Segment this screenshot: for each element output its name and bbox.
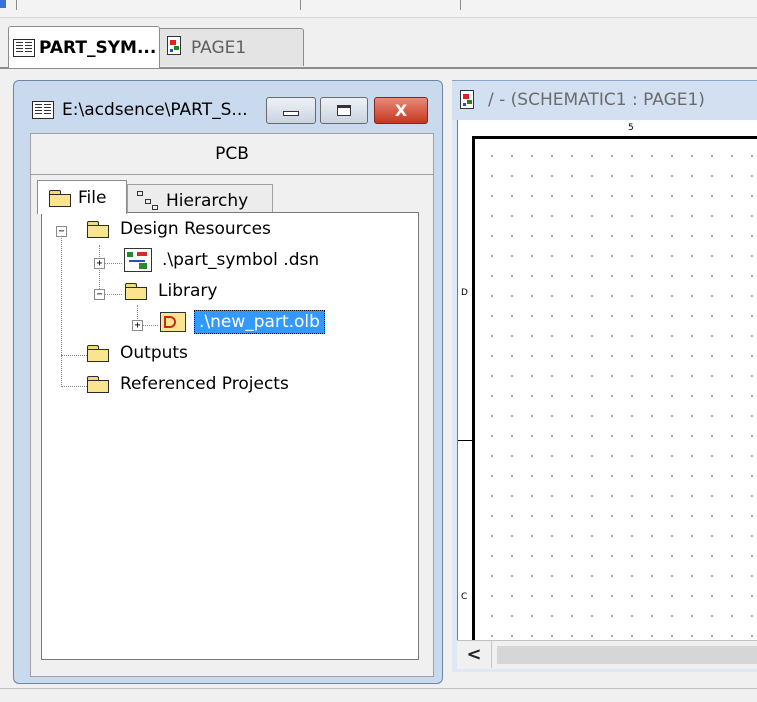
hierarchy-icon (136, 190, 160, 211)
folder-icon (48, 189, 72, 207)
pcb-header: PCB (31, 134, 433, 175)
tree-item-label: .\part_symbol .dsn (162, 250, 320, 270)
tab-page1[interactable]: PAGE1 (158, 28, 304, 66)
tab-file-label: File (78, 187, 107, 208)
grid-dots (476, 140, 757, 640)
window-title: E:\acdsence\PART_S... (62, 100, 248, 120)
tab-part-symbol[interactable]: PART_SYM... (8, 26, 160, 68)
tree-line (104, 263, 122, 264)
tab-hierarchy-label: Hierarchy (166, 190, 249, 211)
window-title-bar[interactable]: E:\acdsence\PART_S... X (14, 81, 442, 133)
maximize-icon (337, 105, 351, 116)
folder-icon (86, 375, 110, 393)
folder-icon (86, 344, 110, 362)
tab-label: PAGE1 (191, 37, 247, 58)
chevron-left-icon: < (466, 644, 482, 665)
schematic-page-icon (458, 89, 478, 111)
tree-item-label: Outputs (120, 343, 188, 363)
tree-item-label: Referenced Projects (120, 374, 289, 394)
collapse-toggle[interactable]: − (56, 226, 67, 237)
page-border-top (472, 136, 757, 139)
tree-line (61, 386, 87, 387)
tree-line (99, 245, 100, 295)
project-tree[interactable]: − Design Resources + .\part_symbol .dsn … (41, 212, 419, 660)
zone-label-left: C (461, 592, 468, 602)
close-button[interactable]: X (374, 97, 428, 124)
tree-item-label: Library (158, 281, 218, 301)
tree-item-label: Design Resources (120, 219, 271, 239)
page-border-left (472, 136, 475, 640)
document-tab-bar: PART_SYM... PAGE1 (0, 18, 757, 70)
schematic-page-icon (165, 35, 185, 57)
tree-line (61, 355, 87, 356)
minimize-button[interactable] (266, 97, 316, 124)
library-file-icon (158, 310, 190, 334)
pcb-label: PCB (215, 144, 249, 164)
schematic-title: / - (SCHEMATIC1 : PAGE1) (488, 90, 705, 110)
collapse-toggle[interactable]: − (94, 289, 105, 300)
divider (460, 0, 461, 10)
divider (16, 0, 17, 10)
close-icon: X (394, 101, 408, 120)
window-corner-indicator (0, 0, 6, 8)
zone-label-left: D (461, 288, 468, 298)
tree-item-referenced-projects[interactable]: Referenced Projects (86, 371, 289, 397)
maximize-button[interactable] (320, 97, 368, 124)
project-manager-window[interactable]: E:\acdsence\PART_S... X PCB File Hierarc… (13, 80, 443, 684)
zone-label-top: 5 (628, 123, 634, 133)
project-client-area: PCB File Hierarchy − Design Resources + … (30, 133, 434, 677)
status-divider (0, 688, 757, 689)
tree-item-design-file[interactable]: .\part_symbol .dsn (124, 247, 319, 273)
scroll-left-button[interactable]: < (457, 641, 492, 668)
expand-toggle[interactable]: + (94, 258, 105, 269)
tree-item-design-resources[interactable]: Design Resources (86, 216, 271, 242)
zone-divider (458, 440, 472, 441)
folder-icon (124, 282, 148, 300)
project-sheet-icon (13, 38, 35, 57)
folder-icon (86, 220, 110, 238)
tab-label: PART_SYM... (39, 37, 157, 58)
tree-item-library[interactable]: Library (124, 278, 217, 304)
tab-file[interactable]: File (37, 180, 127, 214)
project-sheet-icon (32, 101, 54, 119)
schematic-canvas[interactable]: 5 D C (457, 120, 757, 640)
schematic-title-bar[interactable]: / - (SCHEMATIC1 : PAGE1) (452, 80, 757, 120)
divider (300, 0, 301, 10)
tree-item-outputs[interactable]: Outputs (86, 340, 188, 366)
tree-item-label-selected: .\new_part.olb (194, 310, 325, 334)
scrollbar-track[interactable] (497, 646, 757, 664)
tree-line (61, 229, 62, 387)
tree-item-library-file[interactable]: .\new_part.olb (158, 309, 325, 335)
top-strip (0, 0, 757, 18)
expand-toggle[interactable]: + (132, 320, 143, 331)
schematic-window: 5 D C < (452, 120, 757, 672)
tree-line (142, 325, 158, 326)
minimize-icon (283, 111, 299, 116)
horizontal-scrollbar[interactable]: < (457, 640, 757, 669)
design-file-icon (124, 248, 152, 272)
tree-line (104, 294, 122, 295)
